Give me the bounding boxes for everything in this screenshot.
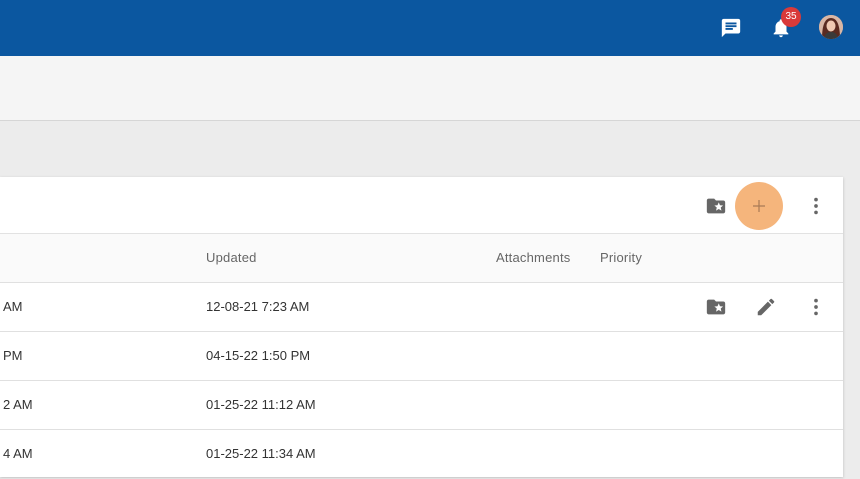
cell-updated: 01-25-22 11:12 AM — [206, 397, 316, 412]
cell-time-fragment: PM — [3, 348, 23, 363]
cell-time-fragment: 4 AM — [3, 446, 33, 461]
avatar[interactable] — [819, 15, 843, 39]
more-vert-icon[interactable] — [804, 295, 828, 319]
plus-icon — [753, 200, 765, 212]
table-row[interactable]: PM 04-15-22 1:50 PM — [0, 332, 843, 381]
top-app-bar: 35 — [0, 0, 860, 56]
table-row[interactable]: 4 AM 01-25-22 11:34 AM — [0, 430, 843, 479]
folder-star-icon[interactable] — [704, 295, 728, 319]
table-row[interactable]: 2 AM 01-25-22 11:12 AM — [0, 381, 843, 430]
column-header-updated[interactable]: Updated — [206, 234, 257, 282]
secondary-bar — [0, 56, 860, 121]
cell-updated: 01-25-22 11:34 AM — [206, 446, 316, 461]
column-header-attachments[interactable]: Attachments — [496, 234, 570, 282]
pencil-icon[interactable] — [754, 295, 778, 319]
folder-star-icon[interactable] — [704, 194, 728, 218]
chat-icon[interactable] — [719, 16, 743, 40]
cell-time-fragment: AM — [3, 299, 23, 314]
column-header-priority[interactable]: Priority — [600, 234, 642, 282]
records-card: Updated Attachments Priority AM 12-08-21… — [0, 177, 843, 479]
cell-updated: 12-08-21 7:23 AM — [206, 299, 310, 314]
more-vert-icon[interactable] — [804, 194, 828, 218]
card-toolbar — [0, 177, 843, 234]
notification-count-badge: 35 — [781, 7, 801, 27]
table-row[interactable]: AM 12-08-21 7:23 AM — [0, 283, 843, 332]
cell-updated: 04-15-22 1:50 PM — [206, 348, 311, 363]
table-header: Updated Attachments Priority — [0, 234, 843, 283]
cell-time-fragment: 2 AM — [3, 397, 33, 412]
add-button[interactable] — [735, 182, 783, 230]
